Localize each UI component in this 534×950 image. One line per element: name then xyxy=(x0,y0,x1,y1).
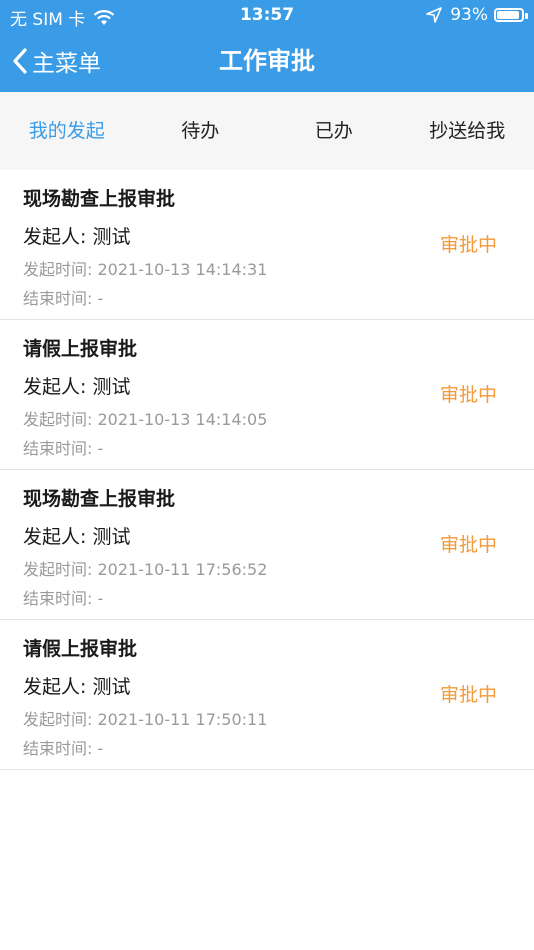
status-badge: 审批中 xyxy=(439,534,497,556)
item-title: 现场勘查上报审批 xyxy=(23,488,176,510)
tab-my-initiated[interactable]: 我的发起 xyxy=(0,92,134,170)
status-badge: 审批中 xyxy=(439,384,497,406)
location-icon xyxy=(426,7,443,23)
item-end-time: 结束时间: - xyxy=(23,589,104,608)
list-item[interactable]: 请假上报审批 发起人: 测试 发起时间: 2021-10-11 17:50:11… xyxy=(0,620,534,770)
item-start-time: 发起时间: 2021-10-11 17:56:52 xyxy=(23,560,268,579)
item-initiator: 发起人: 测试 xyxy=(23,676,131,698)
app-header: 无 SIM 卡 13:57 93% 主菜单 工作审批 xyxy=(0,0,534,92)
item-end-time: 结束时间: - xyxy=(23,739,104,758)
item-initiator: 发起人: 测试 xyxy=(23,376,131,398)
item-title: 请假上报审批 xyxy=(23,638,138,660)
tab-cc-to-me[interactable]: 抄送给我 xyxy=(401,92,534,170)
item-start-time: 发起时间: 2021-10-13 14:14:31 xyxy=(23,260,268,279)
list-item[interactable]: 请假上报审批 发起人: 测试 发起时间: 2021-10-13 14:14:05… xyxy=(0,320,534,470)
battery-fill xyxy=(497,11,519,19)
back-label: 主菜单 xyxy=(32,51,101,77)
status-badge: 审批中 xyxy=(439,684,497,706)
nav-bar: 主菜单 工作审批 xyxy=(0,38,534,84)
tab-bar: 我的发起 待办 已办 抄送给我 xyxy=(0,92,534,170)
status-badge: 审批中 xyxy=(439,234,497,256)
chevron-left-icon xyxy=(13,48,27,74)
tab-todo[interactable]: 待办 xyxy=(134,92,268,170)
battery-percent: 93% xyxy=(450,5,488,25)
list-item[interactable]: 现场勘查上报审批 发起人: 测试 发起时间: 2021-10-13 14:14:… xyxy=(0,170,534,320)
item-initiator: 发起人: 测试 xyxy=(23,226,131,248)
list-item[interactable]: 现场勘查上报审批 发起人: 测试 发起时间: 2021-10-11 17:56:… xyxy=(0,470,534,620)
item-title: 请假上报审批 xyxy=(23,338,138,360)
item-start-time: 发起时间: 2021-10-11 17:50:11 xyxy=(23,710,268,729)
back-button[interactable]: 主菜单 xyxy=(12,38,101,84)
approval-list: 现场勘查上报审批 发起人: 测试 发起时间: 2021-10-13 14:14:… xyxy=(0,170,534,770)
status-right: 93% xyxy=(426,5,528,25)
item-end-time: 结束时间: - xyxy=(23,439,104,458)
tab-done[interactable]: 已办 xyxy=(267,92,401,170)
item-start-time: 发起时间: 2021-10-13 14:14:05 xyxy=(23,410,268,429)
item-title: 现场勘查上报审批 xyxy=(23,188,176,210)
status-bar: 无 SIM 卡 13:57 93% xyxy=(0,0,534,30)
item-end-time: 结束时间: - xyxy=(23,289,104,308)
item-initiator: 发起人: 测试 xyxy=(23,526,131,548)
battery-icon xyxy=(494,8,528,22)
